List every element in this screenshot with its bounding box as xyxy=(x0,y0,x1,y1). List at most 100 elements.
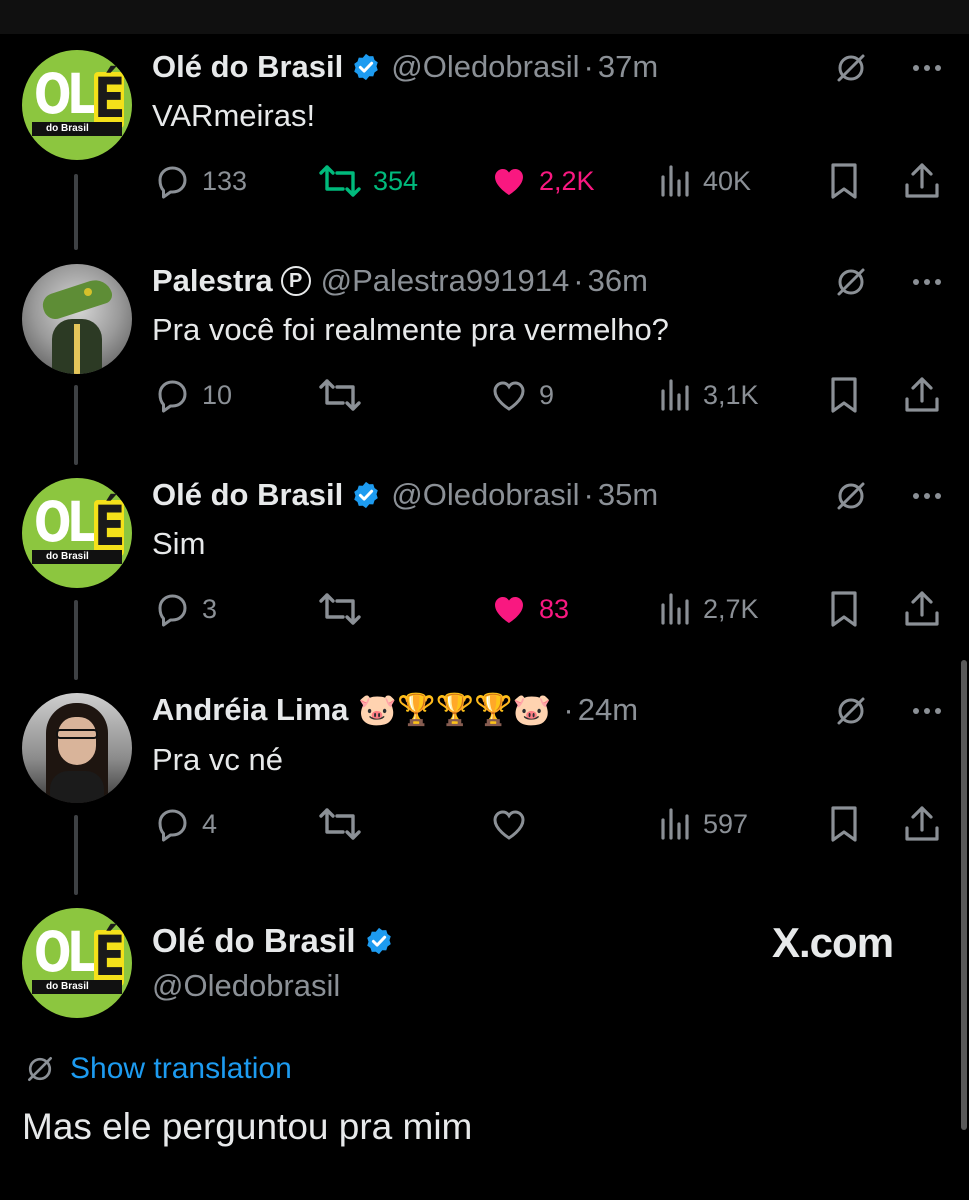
avatar-face xyxy=(58,717,96,765)
reply-count: 10 xyxy=(202,379,233,410)
avatar-logo-text: OL xyxy=(34,63,95,127)
tweet-time[interactable]: 35m xyxy=(598,475,658,515)
author-handle[interactable]: @Palestra991914 xyxy=(321,261,570,301)
tweet-top-icons xyxy=(833,693,945,729)
more-options-icon[interactable] xyxy=(909,264,945,300)
verified-badge-icon xyxy=(366,927,391,955)
views-button[interactable]: 597 xyxy=(659,802,748,846)
heart-icon xyxy=(495,597,523,623)
author-name[interactable]: Olé do Brasil xyxy=(152,475,343,515)
separator-dot: · xyxy=(563,692,574,727)
tweet-actions: 3 83 2,7K xyxy=(152,587,952,631)
main-tweet-text: Mas ele perguntou pra mim xyxy=(22,1106,473,1147)
avatar-logo-sub: do Brasil xyxy=(46,551,89,562)
reply-count: 4 xyxy=(202,808,218,839)
author-handle[interactable]: @Oledobrasil xyxy=(391,475,579,515)
avatar-croc-head xyxy=(39,275,115,323)
like-button[interactable]: 9 xyxy=(489,373,554,417)
reply-button[interactable]: 4 xyxy=(152,802,217,846)
retweet-button[interactable] xyxy=(317,587,373,631)
views-button[interactable]: 3,1K xyxy=(659,373,759,417)
share-icon xyxy=(905,377,939,412)
separator-dot: · xyxy=(583,477,594,512)
share-icon xyxy=(905,806,939,841)
bookmark-button[interactable] xyxy=(826,159,872,203)
more-options-icon[interactable] xyxy=(909,50,945,86)
bookmark-button[interactable] xyxy=(826,373,872,417)
reply-button[interactable]: 3 xyxy=(152,587,217,631)
author-name[interactable]: Olé do Brasil xyxy=(152,47,343,87)
like-button[interactable] xyxy=(489,802,539,846)
like-button[interactable]: 2,2K xyxy=(489,159,595,203)
views-chart-icon xyxy=(661,165,689,197)
share-button[interactable] xyxy=(902,802,952,846)
bookmark-button[interactable] xyxy=(826,587,872,631)
tweet-header: Olé do Brasil @Oledobrasil · 37m xyxy=(152,47,658,87)
bookmark-icon xyxy=(831,377,857,413)
translate-slash-icon xyxy=(28,1057,52,1081)
tweet-time[interactable]: 36m xyxy=(588,261,648,301)
avatar[interactable]: OL É do Brasil xyxy=(22,50,132,160)
verified-badge-icon xyxy=(354,53,378,81)
retweet-button[interactable] xyxy=(317,373,373,417)
views-button[interactable]: 40K xyxy=(659,159,751,203)
author-name[interactable]: Andréia Lima xyxy=(152,690,348,730)
heart-outline-icon xyxy=(493,381,525,411)
more-options-icon[interactable] xyxy=(909,693,945,729)
separator-dot: · xyxy=(583,49,594,84)
avatar[interactable] xyxy=(22,264,132,374)
author-name[interactable]: Palestra xyxy=(152,261,273,301)
views-count: 40K xyxy=(703,165,752,196)
retweet-button[interactable]: 354 xyxy=(317,159,418,203)
author-handle[interactable]: @Oledobrasil xyxy=(152,966,340,1006)
translate-slash-icon[interactable] xyxy=(833,50,869,86)
avatar-clothing xyxy=(50,771,104,803)
avatar-logo-sub: do Brasil xyxy=(46,981,89,992)
views-count: 3,1K xyxy=(703,379,759,410)
show-translation-link[interactable]: Show translation xyxy=(70,1050,292,1088)
tweet-top-icons xyxy=(833,478,945,514)
show-translation-row[interactable]: Show translation xyxy=(24,1050,292,1088)
share-button[interactable] xyxy=(902,159,952,203)
tweet-text: VARmeiras! xyxy=(152,98,316,133)
bookmark-icon xyxy=(831,163,857,199)
retweet-icon xyxy=(319,165,361,197)
bookmark-button[interactable] xyxy=(826,802,872,846)
avatar-logo-text: OL xyxy=(34,921,95,985)
translate-slash-icon[interactable] xyxy=(833,478,869,514)
avatar-glasses xyxy=(56,729,98,739)
reply-button[interactable]: 133 xyxy=(152,159,247,203)
more-options-icon[interactable] xyxy=(909,478,945,514)
retweet-icon xyxy=(319,593,361,625)
translate-slash-icon[interactable] xyxy=(833,264,869,300)
tweet-header: Andréia Lima 🐷🏆🏆🏆🐷 · 24m xyxy=(152,690,638,730)
tweet-header: Palestra P @Palestra991914 · 36m xyxy=(152,261,648,301)
views-button[interactable]: 2,7K xyxy=(659,587,759,631)
p-badge-icon: P xyxy=(280,266,311,296)
reply-icon xyxy=(158,380,187,413)
author-name[interactable]: Olé do Brasil xyxy=(152,920,356,962)
tweet-time[interactable]: 37m xyxy=(598,47,658,87)
status-bar xyxy=(0,0,969,34)
retweet-button[interactable] xyxy=(317,802,373,846)
tweet-time[interactable]: 24m xyxy=(578,690,638,730)
heart-outline-icon xyxy=(493,810,525,840)
author-handle[interactable]: @Oledobrasil xyxy=(391,47,579,87)
avatar[interactable]: OL É do Brasil xyxy=(22,908,132,1018)
tweet-text: Sim xyxy=(152,526,206,561)
avatar[interactable] xyxy=(22,693,132,803)
retweet-icon xyxy=(319,808,361,840)
reply-button[interactable]: 10 xyxy=(152,373,232,417)
retweet-icon xyxy=(319,379,361,411)
tweet-top-icons xyxy=(833,50,945,86)
translate-slash-icon[interactable] xyxy=(833,693,869,729)
name-emojis: 🐷🏆🏆🏆🐷 xyxy=(358,692,552,727)
share-button[interactable] xyxy=(902,373,952,417)
avatar[interactable]: OL É do Brasil xyxy=(22,478,132,588)
tweet-header: Olé do Brasil @Oledobrasil · 35m xyxy=(152,475,658,515)
scrollbar[interactable] xyxy=(961,660,967,1130)
share-button[interactable] xyxy=(902,587,952,631)
like-button[interactable]: 83 xyxy=(489,587,569,631)
reply-icon xyxy=(158,594,187,627)
heart-icon xyxy=(495,169,523,195)
